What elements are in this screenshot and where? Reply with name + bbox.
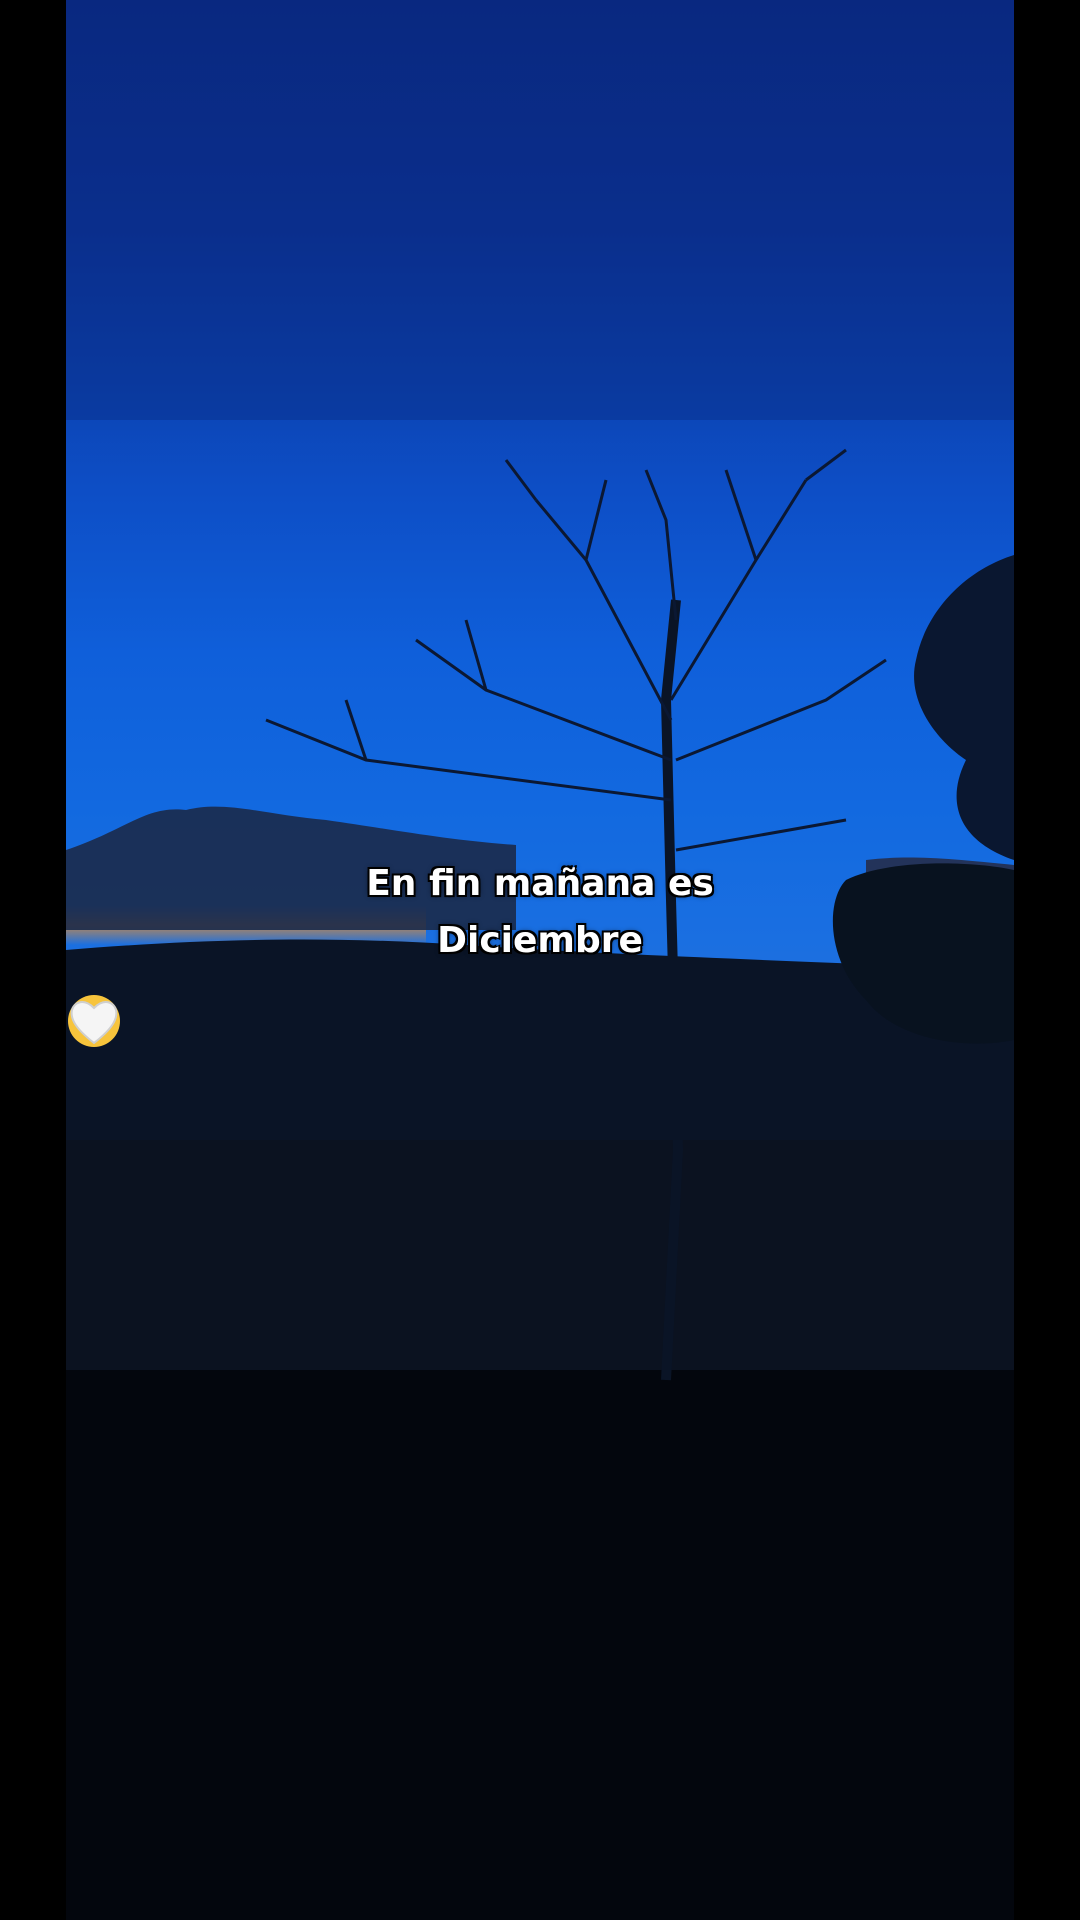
caption: En fin mañana es Diciembre xyxy=(66,855,1014,969)
foreground xyxy=(66,1370,1014,1920)
caption-line-1: En fin mañana es xyxy=(366,863,714,904)
video-background[interactable]: En fin mañana es Diciembre xyxy=(66,0,1014,1920)
field xyxy=(66,1140,1014,1380)
emoji-row xyxy=(66,993,1014,1053)
cloud-layer xyxy=(66,0,1014,420)
right-tree xyxy=(914,555,1014,860)
video-frame: En fin mañana es Diciembre xyxy=(0,0,1080,1920)
caption-line-2: Diciembre xyxy=(437,920,643,961)
white-heart-icon xyxy=(70,1001,118,1045)
tree-branches xyxy=(265,448,887,852)
